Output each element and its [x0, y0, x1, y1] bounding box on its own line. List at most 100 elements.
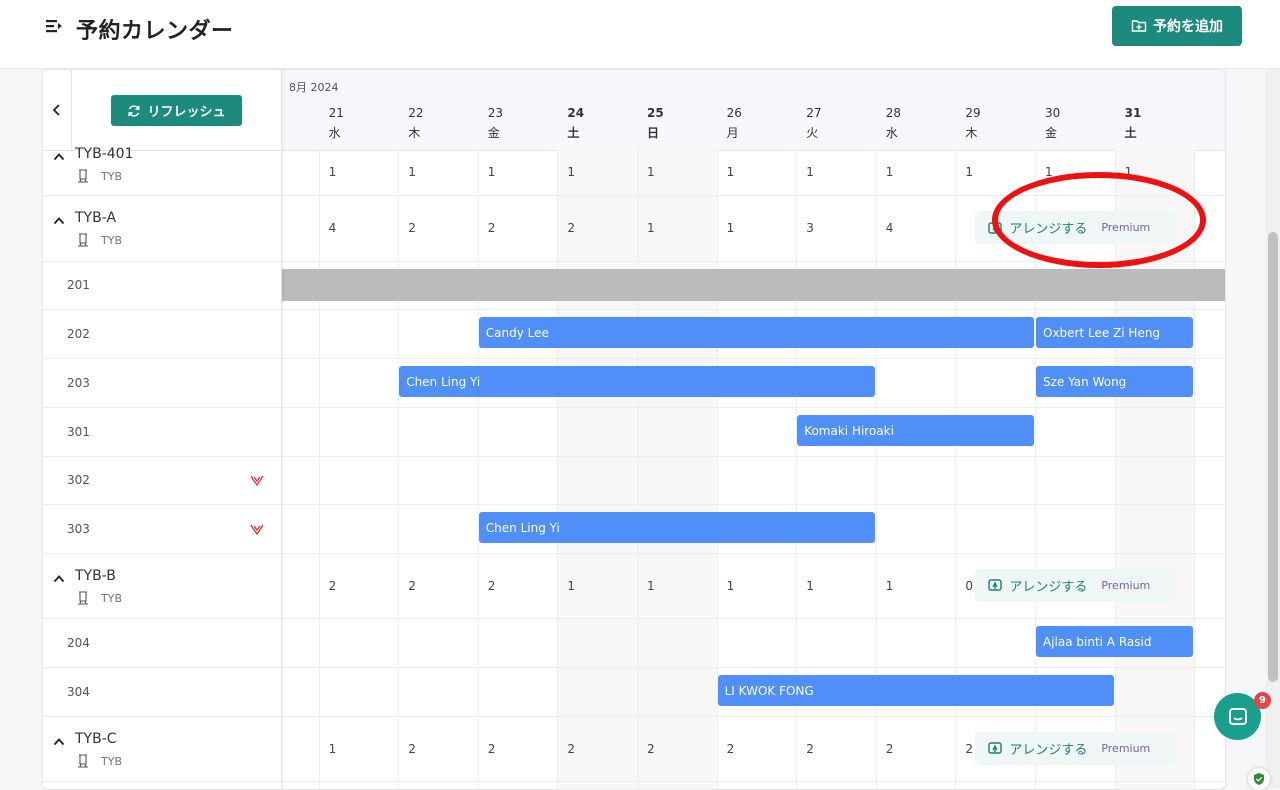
availability-count: 4	[328, 221, 337, 235]
top-bar: 予約カレンダー 予約を追加	[0, 0, 1280, 69]
day-number: 30	[1045, 106, 1061, 120]
availability-count: 2	[408, 578, 416, 593]
page-scrollbar-thumb[interactable]	[1268, 232, 1278, 682]
booking-bar[interactable]: Oxbert Lee Zi Heng	[1036, 317, 1194, 348]
availability-count: 2	[885, 741, 894, 756]
grid-row-divider	[281, 553, 1225, 554]
grid-vertical-line	[557, 150, 559, 789]
availability-count: 1	[806, 578, 814, 593]
weekend-column	[637, 150, 716, 789]
room-name: 203	[67, 376, 90, 390]
blocked-period	[281, 269, 1225, 301]
shield-icon	[1254, 773, 1264, 785]
availability-count: 2	[408, 741, 416, 756]
room-group-row[interactable]: TYB-A TYB	[43, 196, 281, 262]
booking-bar[interactable]: Candy Lee	[478, 317, 1034, 348]
arrange-button[interactable]: アレンジする Premium	[975, 568, 1176, 602]
availability-count: 1	[806, 165, 814, 179]
day-header: 25 日	[637, 106, 716, 141]
chevron-up-icon[interactable]	[53, 151, 65, 163]
collapse-sidebar-button[interactable]	[43, 70, 72, 150]
chevron-up-icon[interactable]	[53, 215, 65, 227]
cleaning-icon[interactable]	[249, 473, 265, 489]
day-weekday: 日	[647, 126, 660, 140]
day-header: 23 金	[478, 106, 557, 141]
group-property-label: TYB	[101, 169, 122, 183]
day-weekday: 金	[1045, 126, 1058, 140]
day-header: 30 金	[1035, 106, 1114, 141]
room-group-row[interactable]: TYB-401 TYB	[43, 146, 281, 196]
day-header: 24 土	[557, 106, 636, 141]
availability-count: 1	[726, 221, 735, 235]
availability-count: 2	[567, 221, 576, 235]
chevron-up-icon[interactable]	[53, 736, 65, 748]
room-group-row[interactable]: TYB-C TYB	[43, 717, 281, 782]
day-number: 28	[885, 106, 902, 120]
grid-vertical-line	[1114, 150, 1116, 789]
chevron-up-icon[interactable]	[53, 573, 65, 585]
availability-count: 2	[726, 741, 735, 756]
availability-count: 1	[885, 578, 894, 593]
day-number: 29	[965, 106, 981, 120]
availability-count: 1	[647, 165, 655, 179]
grid-vertical-line	[477, 150, 479, 789]
group-property-label: TYB	[101, 591, 122, 605]
grid-row-divider	[281, 261, 1225, 262]
group-property: TYB	[75, 168, 122, 184]
availability-count: 1	[567, 578, 576, 593]
room-row: 202	[43, 310, 281, 359]
group-property: TYB	[75, 232, 122, 248]
group-property: TYB	[75, 753, 122, 769]
day-weekday: 土	[567, 126, 580, 140]
grid-vertical-line	[1194, 150, 1196, 789]
cleaning-icon[interactable]	[249, 522, 265, 538]
chat-icon	[1228, 707, 1247, 725]
availability-count: 1	[885, 165, 894, 179]
day-weekday: 月	[726, 126, 739, 140]
booking-bar[interactable]: Sze Yan Wong	[1036, 366, 1194, 397]
building-icon	[78, 169, 88, 183]
room-row: 204	[43, 619, 281, 668]
room-group-row[interactable]: TYB-B TYB	[43, 554, 281, 619]
grid-row-divider	[281, 456, 1225, 457]
day-header: 22 木	[398, 106, 477, 141]
grid-row-divider	[281, 618, 1225, 619]
arrange-label: アレンジする	[1009, 742, 1088, 758]
booking-bar[interactable]: Chen Ling Yi	[399, 366, 875, 397]
booking-bar[interactable]: Komaki Hiroaki	[797, 415, 1034, 446]
premium-tag: Premium	[1101, 741, 1151, 755]
refresh-button[interactable]: リフレッシュ	[111, 95, 242, 126]
arrange-label: アレンジする	[1009, 579, 1088, 595]
day-header: 29 木	[955, 106, 1034, 141]
availability-count: 2	[965, 741, 974, 756]
arrange-button[interactable]: アレンジする Premium	[975, 211, 1176, 244]
day-weekday: 水	[885, 126, 898, 140]
room-name: 201	[67, 278, 90, 292]
availability-count: 1	[965, 165, 974, 179]
arrange-button[interactable]: アレンジする Premium	[975, 731, 1176, 765]
day-weekday: 木	[965, 126, 978, 140]
day-number: 25	[647, 106, 664, 120]
availability-count: 1	[487, 165, 496, 179]
day-number: 21	[328, 106, 344, 120]
month-label: 8月 2024	[289, 81, 339, 94]
availability-count: 1	[408, 165, 416, 179]
weekend-column	[557, 150, 637, 789]
menu-icon[interactable]	[44, 16, 64, 36]
day-weekday: 水	[328, 126, 341, 140]
availability-count: 2	[328, 578, 337, 593]
booking-bar[interactable]: Ajlaa binti A Rasid	[1036, 626, 1194, 657]
availability-count: 1	[567, 165, 576, 179]
room-name: 202	[67, 327, 90, 341]
folder-add-icon	[1131, 20, 1147, 32]
chat-unread-badge: 9	[1254, 692, 1271, 709]
grid-row-divider	[281, 309, 1225, 310]
grid-row-divider	[281, 716, 1225, 717]
arrange-icon	[988, 579, 1003, 591]
booking-bar[interactable]: LI KWOK FONG	[717, 675, 1114, 706]
availability-count: 1	[1124, 165, 1133, 179]
add-booking-button[interactable]: 予約を追加	[1112, 6, 1242, 46]
grid-row-divider	[281, 781, 1225, 782]
booking-bar[interactable]: Chen Ling Yi	[478, 512, 875, 543]
availability-count: 1	[328, 165, 337, 179]
